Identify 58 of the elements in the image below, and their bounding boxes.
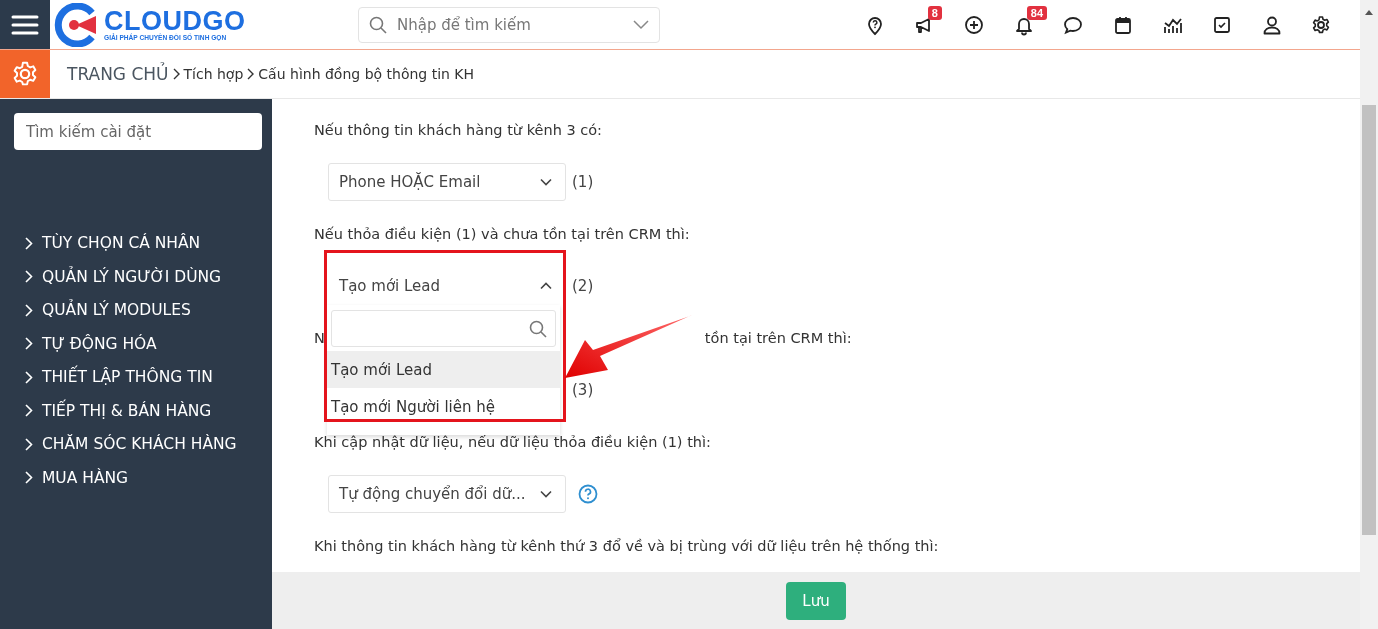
sidebar-item[interactable]: TỰ ĐỘNG HÓA [42, 334, 157, 353]
chevron-right-icon [25, 270, 33, 283]
logo-name: CLOUDGO [104, 8, 246, 34]
help-icon[interactable] [578, 484, 598, 504]
sidebar-item[interactable]: QUẢN LÝ MODULES [42, 301, 191, 319]
search-icon [529, 319, 547, 338]
dropdown-select[interactable]: Tự động chuyển đổi dữ... [328, 475, 566, 513]
field-label: Nếu thông tin khách hàng từ kênh 3 có: [314, 122, 602, 138]
scroll-up-icon[interactable] [1365, 10, 1373, 15]
chevron-up-icon [540, 282, 552, 290]
menu-icon [11, 13, 39, 36]
chevron-right-icon [25, 337, 33, 350]
menu-button[interactable] [0, 0, 50, 49]
scrollbar[interactable] [1360, 0, 1378, 629]
chevron-right-icon [172, 68, 180, 80]
sidebar-item[interactable]: QUẢN LÝ NGƯỜI DÙNG [42, 267, 222, 286]
dropdown-option[interactable]: Tạo mới Lead [327, 351, 560, 388]
add-icon[interactable] [964, 14, 985, 35]
chevron-right-icon [25, 437, 33, 451]
settings-search-field[interactable]: Tìm kiếm cài đặt [14, 113, 262, 150]
sidebar-item[interactable]: TÙY CHỌN CÁ NHÂN [42, 234, 201, 252]
chevron-right-icon [25, 236, 33, 250]
step-number: (1) [572, 173, 594, 191]
dropdown-select[interactable]: Phone HOẶC Email [328, 163, 566, 201]
settings-tile[interactable] [0, 50, 50, 98]
breadcrumb-link[interactable]: Cấu hình đồng bộ thông tin KH [258, 66, 475, 82]
sidebar-item[interactable]: MUA HÀNG [42, 468, 129, 487]
field-label: N [314, 330, 325, 346]
user-icon[interactable] [1261, 14, 1282, 35]
chevron-right-icon [247, 68, 255, 80]
chevron-right-icon [25, 471, 33, 484]
chevron-right-icon [25, 303, 33, 317]
dropdown-option[interactable]: Tạo mới Người liên hệ [327, 388, 560, 425]
field-label: Khi thông tin khách hàng từ kênh thứ 3 đổ về và bị trùng với dữ liệu trên hệ thống thì: [314, 538, 939, 554]
count-badge: 8 [927, 5, 942, 20]
search-box[interactable]: Nhập để tìm kiếm [358, 6, 660, 43]
dropdown-search-field[interactable] [331, 310, 556, 347]
chevron-down-icon [540, 490, 552, 498]
breadcrumb-link[interactable]: TRANG CHỦ [67, 64, 169, 84]
settings-icon[interactable] [1311, 14, 1332, 35]
sidebar-item[interactable]: TIẾP THỊ & BÁN HÀNG [42, 401, 212, 420]
field-label: Nếu thỏa điều kiện (1) và chưa tồn tại trên CRM thì: [314, 226, 690, 242]
chevron-down-icon [540, 178, 552, 186]
calendar-icon[interactable] [1112, 14, 1133, 35]
chevron-down-icon[interactable] [633, 19, 649, 30]
chevron-right-icon [25, 404, 33, 417]
chevron-right-icon [25, 370, 33, 384]
count-badge: 84 [1026, 5, 1048, 20]
breadcrumb-link[interactable]: Tích hợp [183, 66, 244, 82]
chat-bubble-icon[interactable] [1063, 14, 1084, 35]
settings-icon [11, 60, 39, 88]
checkbox-icon[interactable] [1212, 14, 1232, 35]
field-label: Khi cập nhật dữ liệu, nếu dữ liệu thỏa điều kiện (1) thì: [314, 434, 711, 450]
step-number: (3) [572, 381, 594, 399]
field-label: tồn tại trên CRM thì: [704, 330, 852, 346]
step-number: (2) [572, 277, 594, 295]
sidebar-item[interactable]: CHĂM SÓC KHÁCH HÀNG [42, 435, 237, 453]
search-icon [369, 15, 387, 34]
